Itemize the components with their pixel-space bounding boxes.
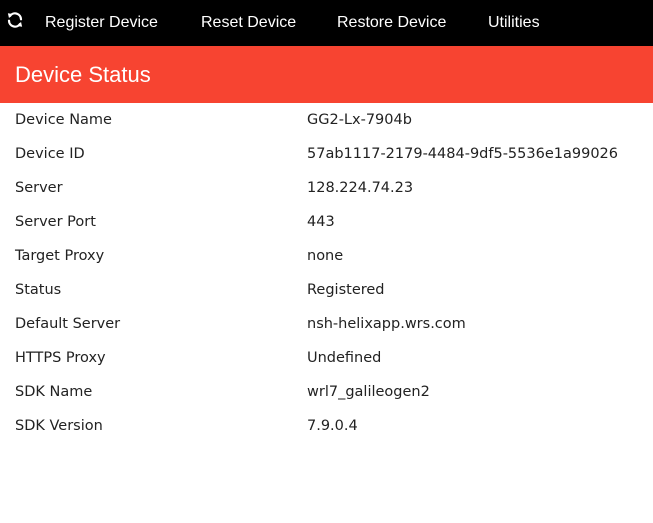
row-value: 128.224.74.23 xyxy=(307,180,414,196)
row-value: none xyxy=(307,248,344,264)
status-row-server-port: Server Port 443 xyxy=(0,205,653,239)
nav-register-device[interactable]: Register Device xyxy=(45,0,158,46)
row-value: 7.9.0.4 xyxy=(307,418,358,434)
row-label: Server Port xyxy=(15,214,96,230)
row-value: wrl7_galileogen2 xyxy=(307,384,430,400)
status-row-target-proxy: Target Proxy none xyxy=(0,239,653,273)
row-label: Device Name xyxy=(15,112,112,128)
nav-utilities[interactable]: Utilities xyxy=(488,0,540,46)
top-navigation-bar: Register Device Reset Device Restore Dev… xyxy=(0,0,653,46)
status-row-sdk-name: SDK Name wrl7_galileogen2 xyxy=(0,375,653,409)
page-header: Device Status xyxy=(0,46,653,103)
row-value: 57ab1117-2179-4484-9df5-5536e1a99026 xyxy=(307,146,618,162)
status-row-status: Status Registered xyxy=(0,273,653,307)
row-value: nsh-helixapp.wrs.com xyxy=(307,316,466,332)
row-label: Device ID xyxy=(15,146,85,162)
status-row-default-server: Default Server nsh-helixapp.wrs.com xyxy=(0,307,653,341)
row-value: GG2-Lx-7904b xyxy=(307,112,412,128)
nav-reset-device[interactable]: Reset Device xyxy=(201,0,296,46)
status-row-device-id: Device ID 57ab1117-2179-4484-9df5-5536e1… xyxy=(0,137,653,171)
status-row-device-name: Device Name GG2-Lx-7904b xyxy=(0,103,653,137)
row-label: Server xyxy=(15,180,63,196)
device-status-table: Device Name GG2-Lx-7904b Device ID 57ab1… xyxy=(0,103,653,443)
page-title: Device Status xyxy=(15,62,151,87)
row-value: Undefined xyxy=(307,350,382,366)
row-value: Registered xyxy=(307,282,385,298)
row-value: 443 xyxy=(307,214,335,230)
nav-restore-device[interactable]: Restore Device xyxy=(337,0,446,46)
row-label: HTTPS Proxy xyxy=(15,350,106,366)
row-label: SDK Version xyxy=(15,418,103,434)
row-label: SDK Name xyxy=(15,384,93,400)
status-row-sdk-version: SDK Version 7.9.0.4 xyxy=(0,409,653,443)
refresh-icon[interactable] xyxy=(6,11,24,29)
row-label: Status xyxy=(15,282,62,298)
row-label: Default Server xyxy=(15,316,121,332)
status-row-https-proxy: HTTPS Proxy Undefined xyxy=(0,341,653,375)
status-row-server: Server 128.224.74.23 xyxy=(0,171,653,205)
row-label: Target Proxy xyxy=(15,248,105,264)
